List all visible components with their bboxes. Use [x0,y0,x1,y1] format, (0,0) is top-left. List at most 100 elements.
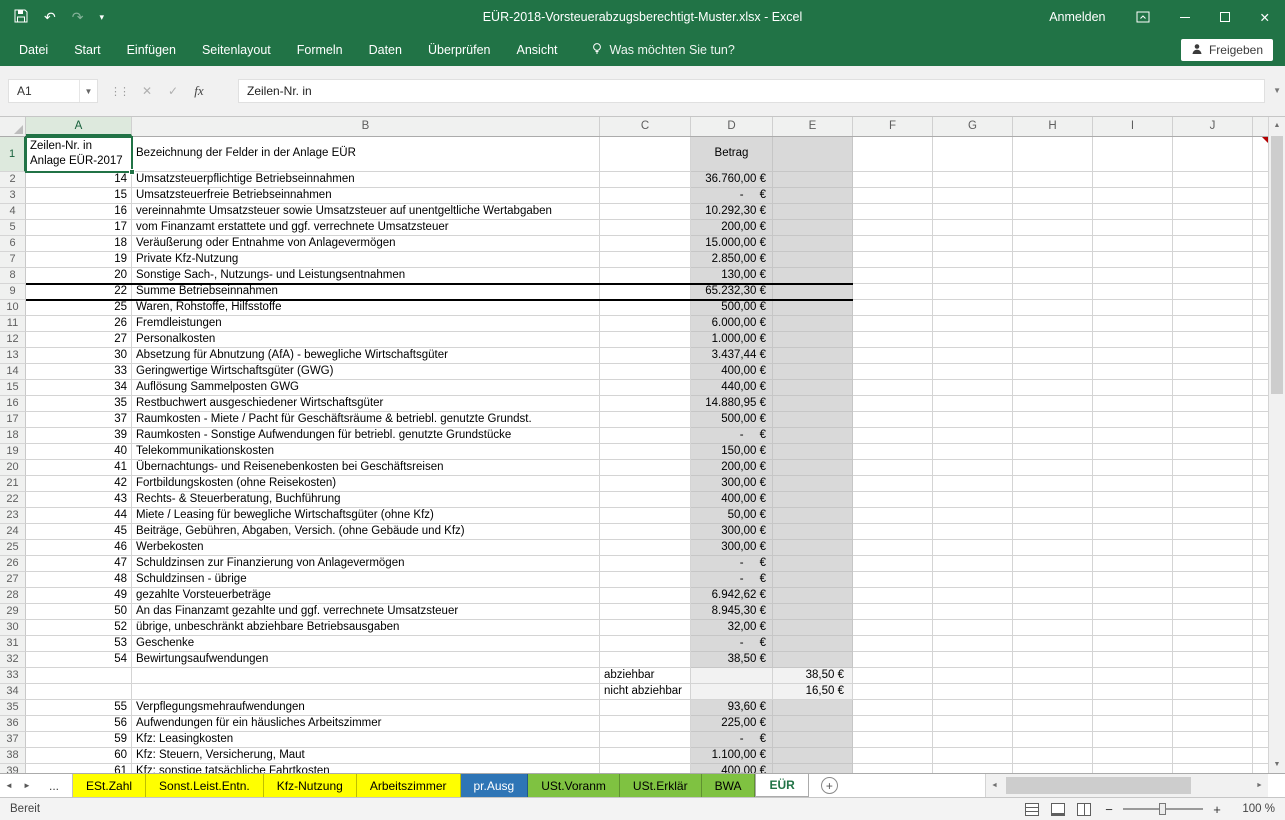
cell-e[interactable] [773,348,853,364]
cell-a[interactable]: 41 [26,460,132,476]
cell-c[interactable] [600,620,691,636]
cell-b[interactable]: Kfz: sonstige tatsächliche Fahrtkosten [132,764,600,773]
cell-empty[interactable] [853,444,933,460]
cell-empty[interactable] [1173,396,1253,412]
cell-d[interactable]: - € [691,572,773,588]
cell-d[interactable]: 1.000,00 € [691,332,773,348]
sheet-tab-ust-voranm[interactable]: USt.Voranm [528,774,620,797]
cell-b[interactable]: Rechts- & Steuerberatung, Buchführung [132,492,600,508]
cell-e[interactable] [773,540,853,556]
cell-a[interactable]: 19 [26,252,132,268]
cell-b[interactable]: Private Kfz-Nutzung [132,252,600,268]
cell-b1[interactable]: Bezeichnung der Felder in der Anlage EÜR [132,137,600,172]
cell-b[interactable]: Übernachtungs- und Reisenebenkosten bei … [132,460,600,476]
row-header[interactable]: 6 [0,236,26,252]
cell-empty[interactable] [933,588,1013,604]
cell-empty[interactable] [1173,540,1253,556]
cell-a[interactable]: 45 [26,524,132,540]
cell-e[interactable] [773,220,853,236]
cell-a[interactable]: 27 [26,332,132,348]
cell-c[interactable] [600,220,691,236]
cell-empty[interactable] [853,540,933,556]
maximize-button[interactable] [1205,0,1245,34]
cell-b[interactable]: Sonstige Sach-, Nutzungs- und Leistungse… [132,268,600,284]
cell-empty[interactable] [853,668,933,684]
cell-c[interactable]: nicht abziehbar [600,684,691,700]
cell-empty[interactable] [1013,137,1093,172]
cell-e[interactable] [773,204,853,220]
zoom-level[interactable]: 100 % [1231,803,1275,815]
cell-empty[interactable] [853,572,933,588]
cell-empty[interactable] [1173,492,1253,508]
row-header[interactable]: 8 [0,268,26,284]
cell-d[interactable]: 300,00 € [691,540,773,556]
cell-empty[interactable] [933,332,1013,348]
row-header[interactable]: 20 [0,460,26,476]
redo-icon[interactable]: ↷ [72,9,84,26]
cell-e[interactable] [773,364,853,380]
cell-empty[interactable] [1093,460,1173,476]
cell-b[interactable]: Beiträge, Gebühren, Abgaben, Versich. (o… [132,524,600,540]
cell-empty[interactable] [933,284,1013,300]
page-layout-view-icon[interactable] [1051,803,1065,816]
cell-empty[interactable] [1173,524,1253,540]
cell-a[interactable]: 59 [26,732,132,748]
row-header[interactable]: 26 [0,556,26,572]
cell-empty[interactable] [1173,684,1253,700]
cell-empty[interactable] [933,252,1013,268]
cell-empty[interactable] [853,300,933,316]
confirm-entry-icon[interactable]: ✓ [160,84,186,98]
row-header[interactable]: 3 [0,188,26,204]
cell-empty[interactable] [853,652,933,668]
sheet-tab-ust-erklär[interactable]: USt.Erklär [620,774,702,797]
cell-empty[interactable] [853,476,933,492]
cell-empty[interactable] [1013,636,1093,652]
cell-c[interactable] [600,524,691,540]
row-header[interactable]: 2 [0,172,26,188]
cell-c[interactable] [600,396,691,412]
row-header[interactable]: 19 [0,444,26,460]
cell-d[interactable]: 130,00 € [691,268,773,284]
cell-empty[interactable] [1013,492,1093,508]
cell-e[interactable] [773,492,853,508]
column-header-c[interactable]: C [600,117,691,136]
cell-empty[interactable] [853,748,933,764]
cell-c[interactable] [600,700,691,716]
cell-empty[interactable] [1173,137,1253,172]
cell-a[interactable]: 14 [26,172,132,188]
cell-a[interactable]: 20 [26,268,132,284]
cell-a[interactable]: 25 [26,300,132,316]
cell-empty[interactable] [1013,716,1093,732]
cell-b[interactable]: Werbekosten [132,540,600,556]
cell-empty[interactable] [1093,284,1173,300]
cell-b[interactable]: Schuldzinsen zur Finanzierung von Anlage… [132,556,600,572]
cell-empty[interactable] [933,444,1013,460]
sheet-tab-pr-ausg[interactable]: pr.Ausg [461,774,529,797]
cell-empty[interactable] [853,732,933,748]
cell-empty[interactable] [853,332,933,348]
column-header-b[interactable]: B [132,117,600,136]
row-header[interactable]: 11 [0,316,26,332]
cell-empty[interactable] [1173,604,1253,620]
cell-empty[interactable] [1093,764,1173,773]
cell-empty[interactable] [933,460,1013,476]
cell-d[interactable]: 6.942,62 € [691,588,773,604]
cell-a[interactable]: 26 [26,316,132,332]
cell-b[interactable]: Raumkosten - Miete / Pacht für Geschäfts… [132,412,600,428]
cell-a[interactable]: 50 [26,604,132,620]
horizontal-scroll-thumb[interactable] [1006,777,1191,794]
cell-d[interactable]: 15.000,00 € [691,236,773,252]
normal-view-icon[interactable] [1025,803,1039,816]
cell-empty[interactable] [933,364,1013,380]
cell-empty[interactable] [1173,364,1253,380]
row-header[interactable]: 12 [0,332,26,348]
cell-e[interactable] [773,508,853,524]
ribbon-tab-formeln[interactable]: Formeln [284,34,356,66]
cell-empty[interactable] [1013,604,1093,620]
ribbon-tab-ansicht[interactable]: Ansicht [504,34,571,66]
cell-b[interactable]: Absetzung für Abnutzung (AfA) - beweglic… [132,348,600,364]
cell-e[interactable] [773,236,853,252]
cell-empty[interactable] [1173,556,1253,572]
cell-b[interactable]: Bewirtungsaufwendungen [132,652,600,668]
cell-e[interactable] [773,588,853,604]
